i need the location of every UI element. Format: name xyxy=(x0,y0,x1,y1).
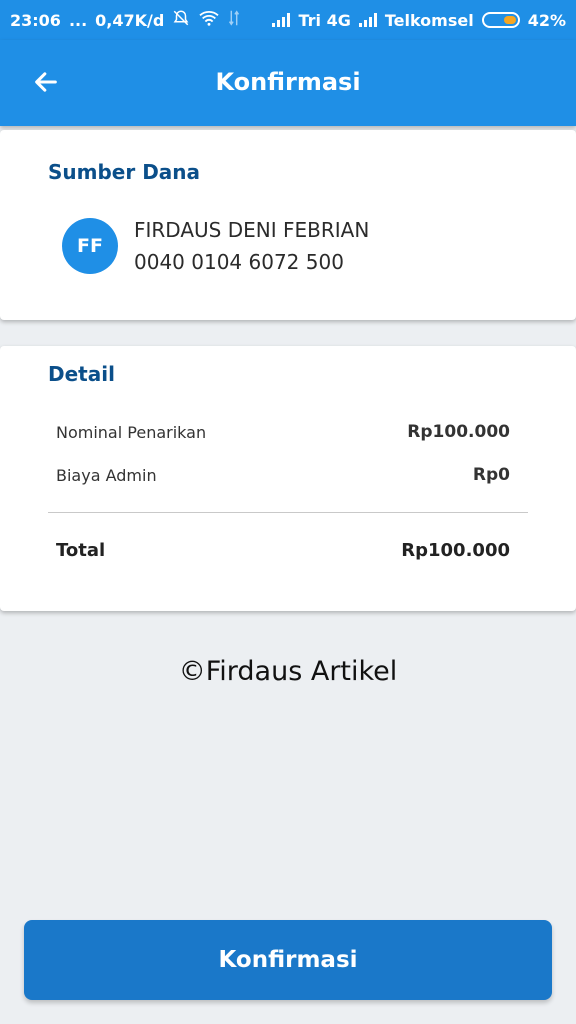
carrier-2: Telkomsel xyxy=(384,10,474,30)
total-label: Total xyxy=(56,540,106,561)
account-number: 0040 0104 6072 500 xyxy=(134,250,344,274)
app-bar: Konfirmasi xyxy=(0,40,576,126)
detail-row-total: Total Rp100.000 xyxy=(56,540,510,561)
detail-row-nominal: Nominal Penarikan Rp100.000 xyxy=(56,422,510,442)
status-time: 23:06 xyxy=(10,10,61,30)
row-value: Rp0 xyxy=(472,465,510,485)
row-value: Rp100.000 xyxy=(407,422,510,442)
page-title: Konfirmasi xyxy=(215,68,361,96)
bell-off-icon xyxy=(172,9,190,31)
source-title: Sumber Dana xyxy=(48,160,201,184)
status-left: 23:06 ... 0,47K/d xyxy=(10,9,240,31)
detail-title: Detail xyxy=(48,362,115,386)
avatar: FF xyxy=(62,218,118,274)
row-label: Biaya Admin xyxy=(56,465,157,485)
source-card: Sumber Dana FF FIRDAUS DENI FEBRIAN 0040… xyxy=(0,130,576,320)
status-dots: ... xyxy=(68,10,88,30)
status-bar: 23:06 ... 0,47K/d Tri 4G Telkomsel 42% xyxy=(0,0,576,40)
wifi-icon xyxy=(198,9,220,31)
detail-row-admin: Biaya Admin Rp0 xyxy=(56,465,510,485)
signal-icon xyxy=(272,13,291,27)
status-right: Tri 4G Telkomsel 42% xyxy=(272,11,566,30)
divider xyxy=(48,512,528,513)
carrier-1: Tri 4G xyxy=(298,10,351,30)
detail-card: Detail Nominal Penarikan Rp100.000 Biaya… xyxy=(0,346,576,611)
account-name: FIRDAUS DENI FEBRIAN xyxy=(134,218,370,242)
battery-icon xyxy=(481,12,520,28)
status-speed: 0,47K/d xyxy=(95,10,165,30)
signal-icon-2 xyxy=(358,13,377,27)
watermark: ©Firdaus Artikel xyxy=(178,656,398,687)
row-label: Nominal Penarikan xyxy=(56,422,207,442)
confirm-button[interactable]: Konfirmasi xyxy=(24,920,552,1000)
total-value: Rp100.000 xyxy=(401,540,510,561)
battery-percent: 42% xyxy=(527,10,566,30)
data-transfer-icon xyxy=(228,9,240,31)
